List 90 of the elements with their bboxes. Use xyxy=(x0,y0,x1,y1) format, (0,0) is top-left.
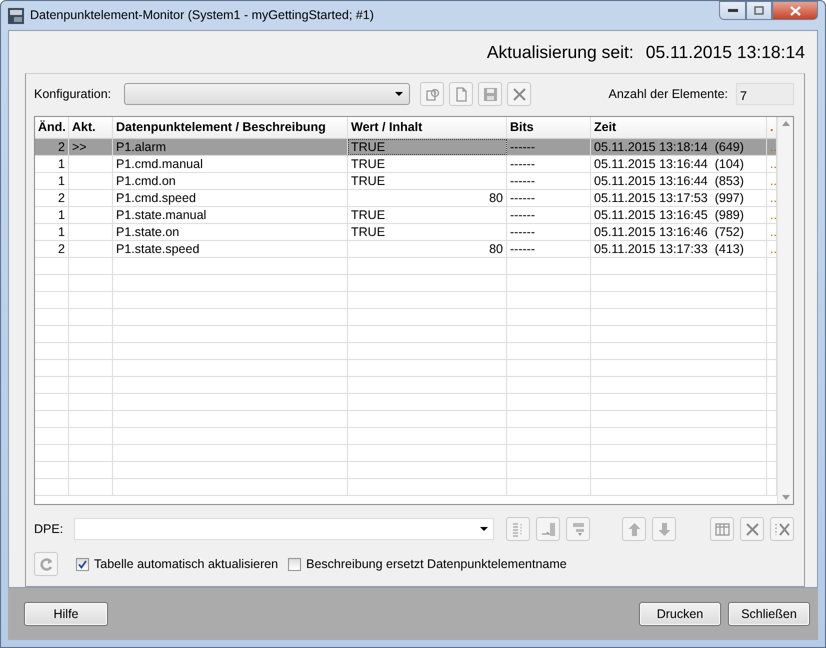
new-document-icon[interactable] xyxy=(449,82,473,106)
close-icon xyxy=(790,6,800,16)
table-row[interactable]: 1 P1.cmd.on TRUE ------ 05.11.2015 13:16:44 (853) .. xyxy=(35,173,777,190)
help-button[interactable]: Hilfe xyxy=(24,602,108,626)
table-cell: 80 xyxy=(348,190,507,206)
table-cell: 05.11.2015 13:16:44 (853) xyxy=(591,173,767,189)
table-cell: 05.11.2015 13:18:14 (649) xyxy=(591,139,767,155)
delete-icon[interactable] xyxy=(740,517,764,541)
table-cell: P1.state.manual xyxy=(113,207,348,223)
caret-icon xyxy=(480,527,488,531)
column-header[interactable]: Akt. xyxy=(69,117,113,138)
table-cell: 2 xyxy=(35,139,69,155)
table-cell: ------ xyxy=(507,224,591,240)
maximize-icon xyxy=(754,6,764,15)
table-cell: TRUE xyxy=(348,173,507,189)
table-cell: 1 xyxy=(35,156,69,172)
move-down-icon[interactable] xyxy=(566,517,590,541)
table-cell: ------ xyxy=(507,173,591,189)
column-header[interactable]: Datenpunktelement / Beschreibung xyxy=(113,117,348,138)
maximize-button[interactable] xyxy=(746,1,772,20)
table-cell: TRUE xyxy=(348,207,507,223)
table-cell: 1 xyxy=(35,207,69,223)
column-header[interactable]: Zeit xyxy=(591,117,767,138)
table-cell: ------ xyxy=(507,241,591,257)
table-row[interactable]: 1 P1.cmd.manual TRUE ------ 05.11.2015 13:16:44 (104) .. xyxy=(35,156,777,173)
table-cell: 1 xyxy=(35,224,69,240)
scroll-up-icon[interactable] xyxy=(782,121,790,126)
save-icon[interactable] xyxy=(478,82,502,106)
table-cell: 1 xyxy=(35,173,69,189)
table-cell: TRUE xyxy=(348,156,507,172)
checkbox-label: Tabelle automatisch aktualisieren xyxy=(94,556,278,573)
table-cell: P1.cmd.speed xyxy=(113,190,348,206)
table-cell: ------ xyxy=(507,139,591,155)
list-icon[interactable] xyxy=(506,517,530,541)
arrow-up-icon[interactable] xyxy=(622,517,646,541)
table-row[interactable]: 2 P1.state.speed 80 ------ 05.11.2015 13:17:33 (413) .. xyxy=(35,241,777,258)
table-cell: 05.11.2015 13:16:45 (989) xyxy=(591,207,767,223)
arrow-down-icon[interactable] xyxy=(652,517,676,541)
update-timestamp: 05.11.2015 13:18:14 xyxy=(646,41,805,64)
table-cell: TRUE xyxy=(348,139,507,155)
table-cell: ------ xyxy=(507,207,591,223)
table-cell: 80 xyxy=(348,241,507,257)
refresh-icon[interactable] xyxy=(34,552,58,576)
table-row[interactable]: 2 P1.cmd.speed 80 ------ 05.11.2015 13:17:53 (997) .. xyxy=(35,190,777,207)
table-cell: P1.state.speed xyxy=(113,241,348,257)
column-header[interactable]: Wert / Inhalt xyxy=(348,117,507,138)
minimize-button[interactable] xyxy=(719,1,746,20)
table-cell: 05.11.2015 13:16:46 (752) xyxy=(591,224,767,240)
table-row[interactable]: 1 P1.state.manual TRUE ------ 05.11.2015 13:16:45 (989) .. xyxy=(35,207,777,224)
close-button[interactable]: Schließen xyxy=(728,602,810,626)
table-cell: 2 xyxy=(35,190,69,206)
checkbox-label: Beschreibung ersetzt Datenpunktelementname xyxy=(306,556,567,573)
configuration-label: Konfiguration: xyxy=(34,86,112,103)
close-button[interactable] xyxy=(772,1,818,20)
update-label: Aktualisierung seit: xyxy=(486,41,634,64)
dpe-label: DPE: xyxy=(34,520,64,538)
insert-icon[interactable] xyxy=(536,517,560,541)
column-header[interactable]: Änd. xyxy=(35,117,69,138)
configuration-dropdown[interactable] xyxy=(124,83,410,105)
table-row[interactable]: 2 >> P1.alarm TRUE ------ 05.11.2015 13:18:14 (649) .. xyxy=(35,139,777,156)
table-cell: P1.cmd.on xyxy=(113,173,348,189)
checkbox[interactable] xyxy=(288,558,302,570)
vertical-scrollbar[interactable] xyxy=(777,117,793,504)
table-cell: 2 xyxy=(35,241,69,257)
checkbox[interactable] xyxy=(76,558,89,570)
table-cell: >> xyxy=(69,139,113,155)
table-cell: ------ xyxy=(507,190,591,206)
minimize-icon xyxy=(728,8,738,12)
scroll-down-icon[interactable] xyxy=(782,495,790,500)
print-button[interactable]: Drucken xyxy=(639,602,721,626)
caret-icon xyxy=(395,92,403,96)
table-cell: P1.cmd.manual xyxy=(113,156,348,172)
table-cell: 05.11.2015 13:17:53 (997) xyxy=(591,190,767,206)
table-cell: P1.state.on xyxy=(113,224,348,240)
table-icon[interactable] xyxy=(710,517,734,541)
table-row[interactable]: 1 P1.state.on TRUE ------ 05.11.2015 13:16:46 (752) .. xyxy=(35,224,777,241)
gear-document-icon[interactable] xyxy=(420,82,444,106)
table-cell: ------ xyxy=(507,156,591,172)
delete-all-icon[interactable] xyxy=(770,517,794,541)
window-title: Datenpunktelement-Monitor (System1 - myGettingStarted; #1) xyxy=(30,7,374,24)
table-cell: 05.11.2015 13:17:33 (413) xyxy=(591,241,767,257)
dpe-dropdown[interactable] xyxy=(74,518,494,540)
element-count-field: 7 xyxy=(736,83,794,105)
delete-icon[interactable] xyxy=(507,82,531,106)
column-header[interactable]: Bits xyxy=(507,117,591,138)
app-logo xyxy=(8,8,24,24)
table-cell: P1.alarm xyxy=(113,139,348,155)
table-cell: TRUE xyxy=(348,224,507,240)
table-cell: 05.11.2015 13:16:44 (104) xyxy=(591,156,767,172)
element-count-label: Anzahl der Elemente: xyxy=(608,86,728,103)
